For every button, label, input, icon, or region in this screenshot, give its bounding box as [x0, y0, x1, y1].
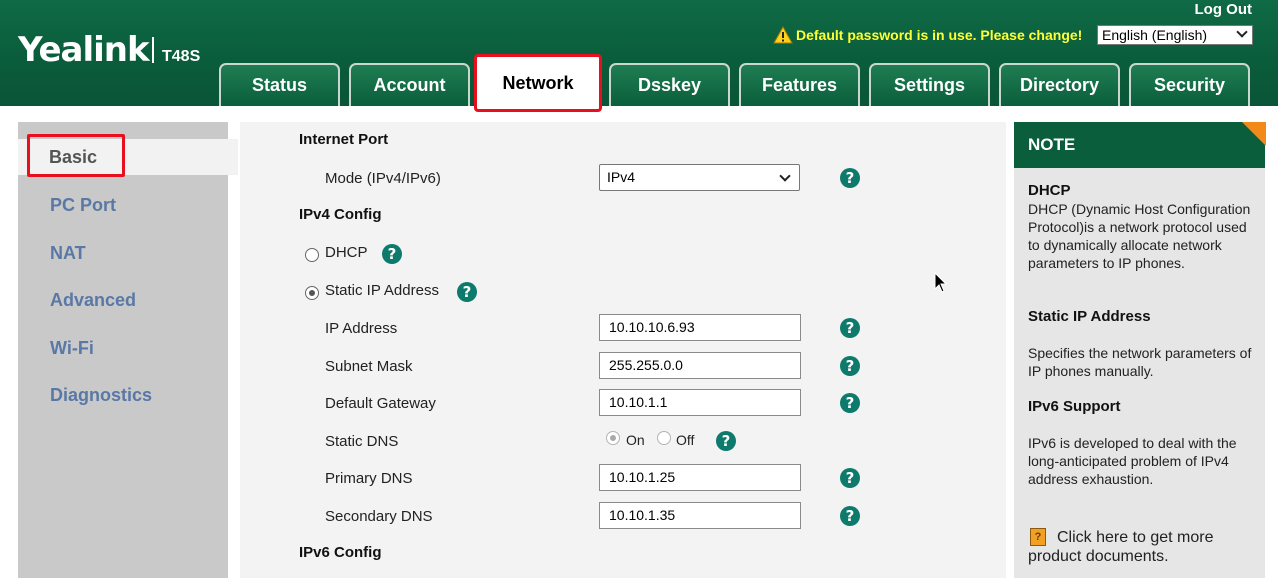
static-dns-off-radio[interactable]: [657, 431, 671, 445]
tab-network[interactable]: Network: [474, 54, 602, 112]
tab-status[interactable]: Status: [219, 63, 340, 106]
warning-icon: [773, 26, 793, 44]
primary-dns-input[interactable]: 10.10.1.25: [599, 464, 801, 491]
sidebar-item-diagnostics[interactable]: Diagnostics: [50, 385, 152, 406]
secondary-dns-label: Secondary DNS: [325, 508, 433, 525]
ip-address-label: IP Address: [325, 320, 398, 337]
document-help-icon: ?: [1030, 528, 1046, 546]
highlight-basic: [27, 134, 125, 177]
note-static-text: Specifies the network parameters of IP p…: [1028, 345, 1252, 379]
dhcp-radio[interactable]: [305, 248, 319, 262]
default-password-warning: Default password is in use. Please chang…: [773, 26, 1082, 44]
default-gateway-input[interactable]: 10.10.1.1: [599, 389, 801, 416]
static-dns-off-label: Off: [676, 432, 695, 448]
chevron-down-icon: [779, 170, 791, 182]
sidebar-item-nat[interactable]: NAT: [50, 243, 86, 264]
static-dns-label: Static DNS: [325, 433, 399, 450]
note-dhcp-title: DHCP: [1028, 182, 1071, 199]
subnet-mask-input[interactable]: 255.255.0.0: [599, 352, 801, 379]
tab-security[interactable]: Security: [1129, 63, 1250, 106]
language-value: English (English): [1102, 27, 1208, 43]
note-dhcp-text: DHCP (Dynamic Host Configuration Protoco…: [1028, 201, 1251, 271]
language-select[interactable]: English (English): [1097, 25, 1253, 45]
tab-network-label: Network: [502, 73, 574, 93]
model-label: T48S: [162, 48, 201, 65]
logout-link[interactable]: Log Out: [1195, 1, 1252, 18]
warning-text: Default password is in use. Please chang…: [796, 27, 1083, 43]
note-ipv6-title: IPv6 Support: [1028, 398, 1121, 415]
sidebar-item-pc-port[interactable]: PC Port: [50, 195, 116, 216]
static-ip-radio[interactable]: [305, 286, 319, 300]
chevron-down-icon: [1236, 26, 1248, 38]
help-icon[interactable]: ?: [716, 431, 736, 451]
default-gateway-label: Default Gateway: [325, 395, 436, 412]
ip-address-input[interactable]: 10.10.10.6.93: [599, 314, 801, 341]
section-ipv4-config: IPv4 Config: [299, 206, 382, 223]
tab-settings[interactable]: Settings: [869, 63, 990, 106]
primary-dns-label: Primary DNS: [325, 470, 413, 487]
static-dns-on-label: On: [626, 432, 645, 448]
note-heading: NOTE: [1014, 122, 1265, 168]
tab-dsskey[interactable]: Dsskey: [609, 63, 730, 106]
tab-account[interactable]: Account: [349, 63, 470, 106]
mouse-cursor-icon: [934, 272, 948, 293]
static-ip-label: Static IP Address: [325, 282, 439, 299]
help-icon[interactable]: ?: [457, 282, 477, 302]
mode-select[interactable]: IPv4: [599, 164, 800, 191]
tab-directory[interactable]: Directory: [999, 63, 1120, 106]
logo-separator: [152, 37, 154, 63]
subnet-mask-label: Subnet Mask: [325, 358, 413, 375]
section-ipv6-config: IPv6 Config: [299, 544, 382, 561]
help-icon[interactable]: ?: [840, 468, 860, 488]
section-internet-port: Internet Port: [299, 131, 389, 148]
help-icon[interactable]: ?: [840, 393, 860, 413]
mode-select-value: IPv4: [607, 169, 636, 185]
secondary-dns-input[interactable]: 10.10.1.35: [599, 502, 801, 529]
mode-label: Mode (IPv4/IPv6): [325, 170, 441, 187]
corner-fold-icon: [1242, 122, 1266, 146]
help-icon[interactable]: ?: [382, 244, 402, 264]
note-ipv6-text: IPv6 is developed to deal with the long-…: [1028, 435, 1237, 487]
help-icon[interactable]: ?: [840, 318, 860, 338]
static-dns-on-radio[interactable]: [606, 431, 620, 445]
help-icon[interactable]: ?: [840, 168, 860, 188]
help-icon[interactable]: ?: [840, 506, 860, 526]
note-static-title: Static IP Address: [1028, 308, 1151, 325]
product-documents-link[interactable]: Click here to get more product documents…: [1028, 528, 1258, 566]
yealink-logo: Yealink: [18, 30, 150, 70]
sidebar-item-advanced[interactable]: Advanced: [50, 290, 136, 311]
tab-features[interactable]: Features: [739, 63, 860, 106]
help-icon[interactable]: ?: [840, 356, 860, 376]
sidebar-item-wifi[interactable]: Wi-Fi: [50, 338, 94, 359]
dhcp-label: DHCP: [325, 244, 368, 261]
